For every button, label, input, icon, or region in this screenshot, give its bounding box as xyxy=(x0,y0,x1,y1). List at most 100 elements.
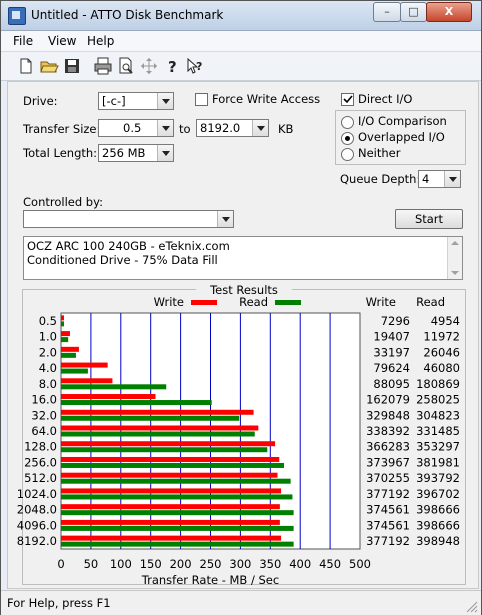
read-bar xyxy=(61,478,291,484)
write-value: 79624 xyxy=(373,361,410,375)
write-bar xyxy=(61,346,79,352)
chevron-down-icon xyxy=(157,120,173,136)
maximize-button[interactable]: □ xyxy=(400,2,427,22)
resize-grip-icon[interactable] xyxy=(464,599,478,613)
read-bar xyxy=(61,400,212,406)
x-tick-label: 400 xyxy=(289,557,311,571)
write-bar xyxy=(61,394,156,400)
menu-file[interactable]: File xyxy=(13,34,33,48)
to-label: to xyxy=(179,122,191,136)
y-tick-label: 128.0 xyxy=(24,440,57,454)
y-tick-label: 8.0 xyxy=(39,377,57,391)
write-value: 329848 xyxy=(366,408,410,422)
print-preview-icon[interactable] xyxy=(115,55,137,77)
legend-swatch-read xyxy=(275,300,301,305)
transfer-from-select[interactable]: 0.5 xyxy=(98,119,174,137)
y-tick-label: 8192.0 xyxy=(17,534,57,548)
drive-select[interactable]: [-c-] xyxy=(98,92,174,110)
y-tick-label: 4096.0 xyxy=(17,518,57,532)
open-folder-icon[interactable] xyxy=(38,55,60,77)
controlled-by-select[interactable] xyxy=(23,210,234,228)
direct-io-checkbox[interactable] xyxy=(341,93,354,106)
write-value: 162079 xyxy=(366,393,410,407)
controlled-by-label: Controlled by: xyxy=(23,195,103,209)
status-bar: For Help, press F1 xyxy=(1,590,481,615)
write-bar xyxy=(61,488,282,494)
menu-help[interactable]: Help xyxy=(87,34,114,48)
read-value: 398666 xyxy=(416,503,460,517)
read-bar xyxy=(61,447,268,453)
description-textarea[interactable]: OCZ ARC 100 240GB - eTeknix.com Conditio… xyxy=(23,236,463,280)
io-comparison-radio[interactable] xyxy=(341,116,354,129)
close-button[interactable]: X xyxy=(426,2,472,22)
overlapped-io-radio[interactable] xyxy=(341,132,354,145)
neither-label: Neither xyxy=(358,146,401,160)
write-bar xyxy=(61,315,64,321)
read-value: 258025 xyxy=(416,393,460,407)
total-length-value: 256 MB xyxy=(102,146,146,160)
write-value: 366283 xyxy=(366,440,410,454)
printer-icon[interactable] xyxy=(92,55,114,77)
force-write-checkbox[interactable] xyxy=(195,93,208,106)
save-disk-icon[interactable] xyxy=(61,55,83,77)
y-tick-label: 256.0 xyxy=(24,455,57,469)
queue-depth-select[interactable]: 4 xyxy=(418,170,461,188)
description-scrollbar[interactable] xyxy=(447,237,462,279)
write-bar xyxy=(61,378,113,384)
app-icon xyxy=(8,7,26,25)
move-arrows-icon[interactable] xyxy=(138,55,160,77)
read-value: 180869 xyxy=(416,377,460,391)
new-file-icon[interactable] xyxy=(15,55,37,77)
read-bar xyxy=(61,494,293,500)
minimize-button[interactable]: – xyxy=(373,2,401,22)
transfer-to-select[interactable]: 8192.0 xyxy=(196,119,269,137)
y-tick-label: 1024.0 xyxy=(17,487,57,501)
x-axis-label: Transfer Rate - MB / Sec xyxy=(141,573,279,587)
title-bar[interactable]: Untitled - ATTO Disk Benchmark – □ X xyxy=(1,1,481,31)
write-value: 373967 xyxy=(366,455,410,469)
description-line-1: OCZ ARC 100 240GB - eTeknix.com xyxy=(27,239,230,253)
start-button[interactable]: Start xyxy=(395,209,463,229)
read-bar xyxy=(61,525,294,531)
drive-value: [-c-] xyxy=(102,94,126,108)
write-value: 370255 xyxy=(366,471,410,485)
chevron-down-icon xyxy=(217,211,233,227)
help-question-icon[interactable]: ? xyxy=(161,55,183,77)
read-value: 304823 xyxy=(416,408,460,422)
x-tick-label: 350 xyxy=(259,557,281,571)
overlapped-io-label: Overlapped I/O xyxy=(358,130,445,144)
io-comparison-label: I/O Comparison xyxy=(358,114,447,128)
write-bar xyxy=(61,456,280,462)
direct-io-label: Direct I/O xyxy=(358,92,413,106)
x-tick-label: 100 xyxy=(110,557,132,571)
menu-view[interactable]: View xyxy=(48,34,76,48)
write-value: 338392 xyxy=(366,424,410,438)
window-title: Untitled - ATTO Disk Benchmark xyxy=(31,8,224,22)
x-tick-label: 250 xyxy=(200,557,222,571)
y-tick-label: 2048.0 xyxy=(17,503,57,517)
context-help-icon[interactable]: ? xyxy=(184,55,206,77)
y-tick-label: 0.5 xyxy=(39,314,57,328)
write-bar xyxy=(61,519,280,525)
read-bar xyxy=(61,462,285,468)
read-value: 398666 xyxy=(416,518,460,532)
write-value: 377192 xyxy=(366,487,410,501)
read-bar xyxy=(61,337,69,343)
read-bar xyxy=(61,510,294,516)
write-bar xyxy=(61,535,282,541)
read-value: 398948 xyxy=(416,534,460,548)
table-header-write: Write xyxy=(366,295,396,309)
svg-text:?: ? xyxy=(196,60,202,73)
write-value: 377192 xyxy=(366,534,410,548)
read-bar xyxy=(61,321,64,327)
x-tick-label: 0 xyxy=(57,557,64,571)
total-length-select[interactable]: 256 MB xyxy=(98,144,174,162)
x-tick-label: 200 xyxy=(170,557,192,571)
queue-depth-value: 4 xyxy=(422,172,430,186)
y-tick-label: 512.0 xyxy=(24,471,57,485)
neither-radio[interactable] xyxy=(341,148,354,161)
read-bar xyxy=(61,431,255,437)
status-text: For Help, press F1 xyxy=(7,596,111,610)
write-bar xyxy=(61,504,280,510)
x-tick-label: 450 xyxy=(319,557,341,571)
